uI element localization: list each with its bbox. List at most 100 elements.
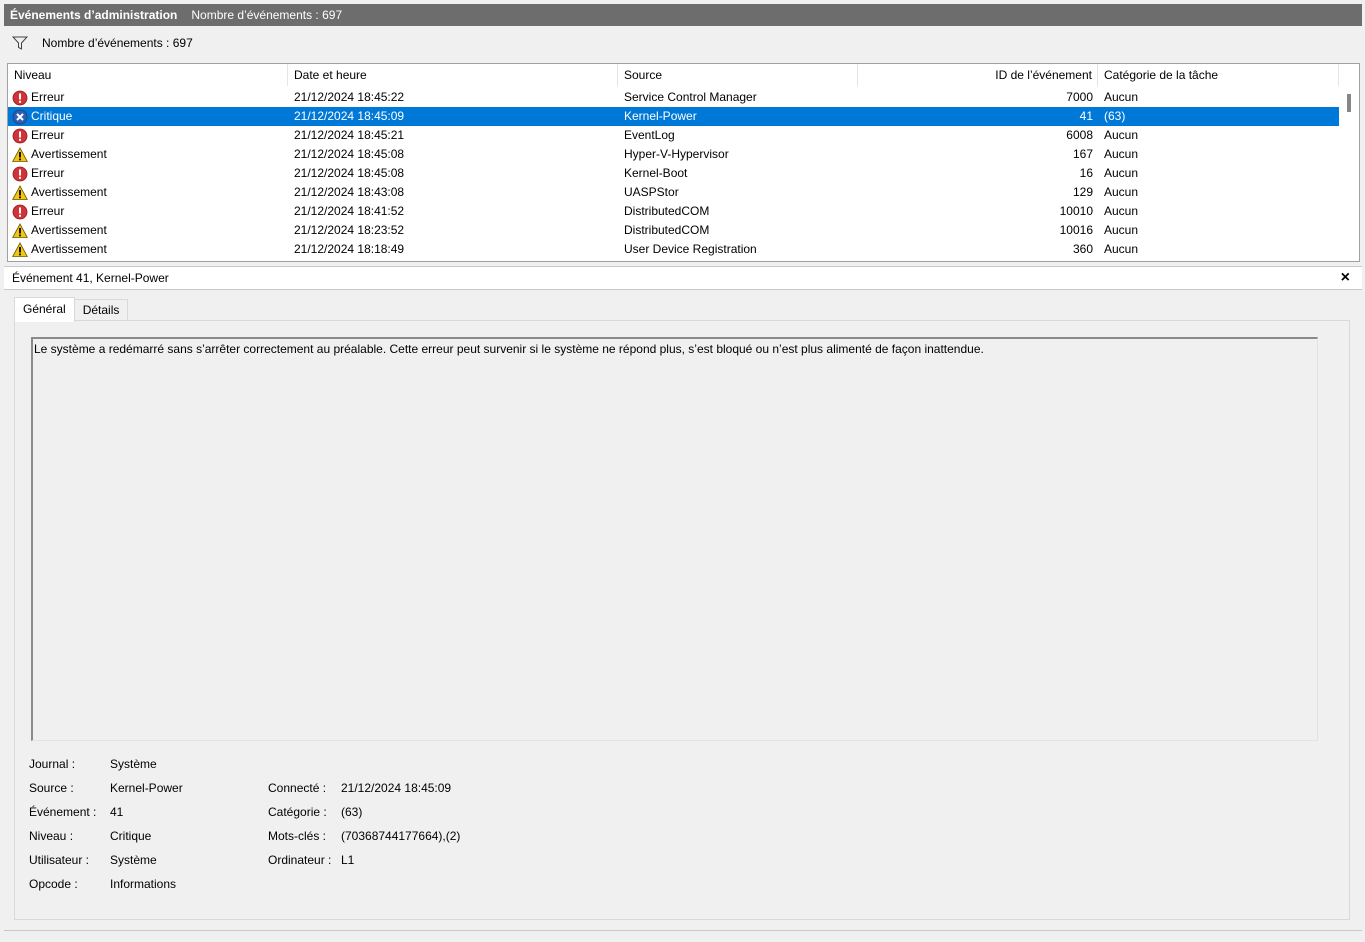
error-icon: [12, 204, 31, 220]
level-text: Critique: [31, 109, 73, 123]
level-text: Erreur: [31, 128, 65, 142]
event-id-cell: 129: [1072, 185, 1093, 199]
level-cell: Avertissement: [12, 221, 107, 240]
warning-icon: [12, 222, 31, 239]
event-description[interactable]: Le système a redémarré sans s’arrêter co…: [31, 337, 1318, 741]
column-header-category[interactable]: Catégorie de la tâche: [1098, 64, 1339, 86]
error-icon: [12, 90, 31, 106]
level-text: Avertissement: [31, 185, 107, 199]
level-cell: Critique: [12, 107, 72, 126]
error-icon: [12, 128, 31, 144]
opcode-value[interactable]: Informations: [110, 877, 176, 901]
user-label: Utilisateur :: [29, 853, 90, 867]
level-label: Niveau :: [29, 829, 74, 843]
source-cell: UASPStor: [624, 185, 679, 199]
event-detail-title: Événement 41, Kernel-Power: [12, 271, 169, 285]
table-row[interactable]: Erreur 21/12/2024 18:41:52 DistributedCOM 1…: [8, 202, 1339, 221]
keywords-value[interactable]: (70368744177664),(2): [341, 829, 460, 853]
date-cell: 21/12/2024 18:45:22: [294, 90, 405, 104]
level-value[interactable]: Critique: [110, 829, 151, 853]
event-id-cell: 41: [1079, 109, 1093, 123]
level-text: Avertissement: [31, 242, 107, 256]
source-cell: Kernel-Boot: [624, 166, 688, 180]
table-row[interactable]: Avertissement 21/12/2024 18:43:08 UASPStor…: [8, 183, 1339, 202]
category-label: Catégorie :: [268, 805, 327, 819]
column-header-date[interactable]: Date et heure: [288, 64, 618, 86]
date-cell: 21/12/2024 18:45:08: [294, 166, 405, 180]
source-label: Source :: [29, 781, 74, 795]
error-icon: [12, 166, 31, 182]
tab-details[interactable]: Détails: [73, 299, 129, 321]
panel-titlebar: Événements d’administration Nombre d’évé…: [4, 4, 1362, 26]
category-cell: Aucun: [1104, 185, 1139, 199]
level-text: Erreur: [31, 166, 65, 180]
category-cell: (63): [1104, 109, 1126, 123]
source-cell: User Device Registration: [624, 242, 757, 256]
column-header-event-id[interactable]: ID de l’événement: [858, 64, 1098, 86]
table-row[interactable]: Erreur 21/12/2024 18:45:21 EventLog 6008 Auc…: [8, 126, 1339, 145]
filter-bar: Nombre d’événements : 697: [4, 28, 1362, 58]
category-cell: Aucun: [1104, 166, 1139, 180]
critical-icon: [12, 109, 31, 125]
event-id-cell: 360: [1072, 242, 1093, 256]
detail-tabs: Général Détails: [14, 297, 129, 322]
date-cell: 21/12/2024 18:23:52: [294, 223, 405, 237]
level-cell: Avertissement: [12, 240, 107, 259]
level-cell: Erreur: [12, 126, 64, 145]
user-value[interactable]: Système: [110, 853, 157, 877]
level-text: Erreur: [31, 204, 65, 218]
category-cell: Aucun: [1104, 223, 1139, 237]
column-header-level[interactable]: Niveau: [8, 64, 288, 86]
table-row[interactable]: Critique 21/12/2024 18:45:09 Kernel-Power 4…: [8, 107, 1339, 126]
category-cell: Aucun: [1104, 147, 1139, 161]
computer-value[interactable]: L1: [341, 853, 354, 877]
event-id-cell: 10010: [1059, 204, 1093, 218]
level-cell: Erreur: [12, 88, 64, 107]
table-row[interactable]: Avertissement 21/12/2024 18:18:49 User Dev…: [8, 240, 1339, 259]
event-properties: Journal : Système Source : Kernel-Power …: [29, 757, 629, 907]
warning-icon: [12, 146, 31, 163]
source-cell: Kernel-Power: [624, 109, 697, 123]
table-row[interactable]: Erreur 21/12/2024 18:45:08 Kernel-Boot 16 Au…: [8, 164, 1339, 183]
source-cell: Service Control Manager: [624, 90, 757, 104]
level-cell: Erreur: [12, 202, 64, 221]
level-text: Avertissement: [31, 147, 107, 161]
tab-general[interactable]: Général: [14, 297, 75, 322]
journal-value[interactable]: Système: [110, 757, 157, 781]
source-cell: Hyper-V-Hypervisor: [624, 147, 729, 161]
close-icon[interactable]: ×: [1341, 269, 1350, 287]
journal-label: Journal :: [29, 757, 76, 771]
event-id-value[interactable]: 41: [110, 805, 123, 829]
event-id-cell: 167: [1072, 147, 1093, 161]
level-text: Erreur: [31, 90, 65, 104]
event-id-label: Événement :: [29, 805, 97, 819]
category-cell: Aucun: [1104, 242, 1139, 256]
event-id-cell: 16: [1079, 166, 1093, 180]
category-cell: Aucun: [1104, 90, 1139, 104]
event-list[interactable]: Niveau Date et heure Source ID de l’évén…: [7, 63, 1360, 262]
panel-title: Événements d’administration: [10, 8, 178, 22]
logged-value[interactable]: 21/12/2024 18:45:09: [341, 781, 451, 805]
category-cell: Aucun: [1104, 204, 1139, 218]
filter-count-label: Nombre d’événements : 697: [42, 36, 193, 50]
source-value[interactable]: Kernel-Power: [110, 781, 183, 805]
filter-icon[interactable]: [12, 36, 28, 50]
category-value[interactable]: (63): [341, 805, 362, 829]
source-cell: DistributedCOM: [624, 204, 710, 218]
vertical-scrollbar[interactable]: [1339, 64, 1359, 261]
date-cell: 21/12/2024 18:45:21: [294, 128, 405, 142]
column-header-source[interactable]: Source: [618, 64, 858, 86]
event-list-header: Niveau Date et heure Source ID de l’évén…: [8, 64, 1339, 86]
date-cell: 21/12/2024 18:41:52: [294, 204, 405, 218]
keywords-label: Mots-clés :: [268, 829, 327, 843]
warning-icon: [12, 184, 31, 201]
table-row[interactable]: Avertissement 21/12/2024 18:23:52 Distribu…: [8, 221, 1339, 240]
date-cell: 21/12/2024 18:18:49: [294, 242, 405, 256]
source-cell: DistributedCOM: [624, 223, 710, 237]
level-cell: Erreur: [12, 164, 64, 183]
level-cell: Avertissement: [12, 145, 107, 164]
scrollbar-thumb[interactable]: [1347, 94, 1351, 112]
table-row[interactable]: Avertissement 21/12/2024 18:45:08 Hyper-V-…: [8, 145, 1339, 164]
source-cell: EventLog: [624, 128, 675, 142]
table-row[interactable]: Erreur 21/12/2024 18:45:22 Service Control…: [8, 88, 1339, 107]
